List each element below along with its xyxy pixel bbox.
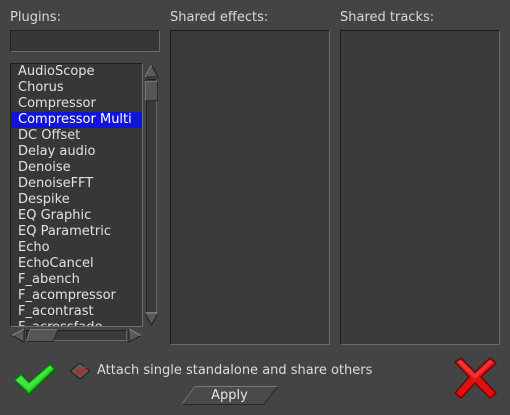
- vertical-scroll-track[interactable]: [146, 79, 157, 313]
- plugin-list-item[interactable]: F_acrossfade: [11, 320, 142, 326]
- plugin-list-item[interactable]: Chorus: [11, 80, 142, 96]
- cancel-cross-icon[interactable]: [453, 357, 498, 399]
- plugin-list-vertical-scrollbar[interactable]: [143, 63, 160, 327]
- ok-checkmark-icon[interactable]: [12, 362, 56, 396]
- attach-option-label[interactable]: Attach single standalone and share other…: [97, 363, 372, 378]
- plugin-list-item[interactable]: F_acompressor: [11, 288, 142, 304]
- horizontal-scroll-thumb[interactable]: [25, 329, 59, 342]
- plugin-list-item[interactable]: F_acontrast: [11, 304, 142, 320]
- apply-button-label: Apply: [211, 388, 248, 403]
- plugin-list-item[interactable]: F_abench: [11, 272, 142, 288]
- shared-effects-list[interactable]: [170, 30, 330, 345]
- apply-button[interactable]: Apply: [181, 386, 278, 405]
- plugin-list[interactable]: AudioScope Chorus Compressor Compressor Mul…: [10, 63, 143, 327]
- plugin-list-item[interactable]: DC Offset: [11, 128, 142, 144]
- scroll-right-arrow-icon[interactable]: [127, 328, 143, 343]
- plugin-list-horizontal-scrollbar[interactable]: [10, 327, 143, 344]
- scroll-left-arrow-icon[interactable]: [10, 328, 26, 343]
- plugin-search-input[interactable]: [10, 30, 160, 52]
- vertical-scroll-thumb[interactable]: [145, 81, 158, 101]
- plugins-label: Plugins:: [10, 10, 61, 25]
- plugin-list-item[interactable]: Compressor: [11, 96, 142, 112]
- scroll-down-arrow-icon[interactable]: [144, 311, 159, 327]
- plugin-list-item[interactable]: Echo: [11, 240, 142, 256]
- plugin-list-item[interactable]: DenoiseFFT: [11, 176, 142, 192]
- plugin-list-item[interactable]: Despike: [11, 192, 142, 208]
- shared-tracks-list[interactable]: [340, 30, 500, 345]
- plugin-list-item[interactable]: Delay audio: [11, 144, 142, 160]
- plugin-list-item[interactable]: AudioScope: [11, 64, 142, 80]
- shared-effects-label: Shared effects:: [170, 10, 269, 25]
- plugin-list-item[interactable]: EchoCancel: [11, 256, 142, 272]
- plugin-list-item[interactable]: Compressor Multi: [11, 112, 142, 128]
- shared-tracks-label: Shared tracks:: [340, 10, 435, 25]
- checkbox-checked-icon[interactable]: [70, 363, 90, 379]
- plugin-list-item[interactable]: EQ Parametric: [11, 224, 142, 240]
- plugin-list-item[interactable]: Denoise: [11, 160, 142, 176]
- plugin-list-item[interactable]: EQ Graphic: [11, 208, 142, 224]
- scroll-up-arrow-icon[interactable]: [144, 63, 159, 79]
